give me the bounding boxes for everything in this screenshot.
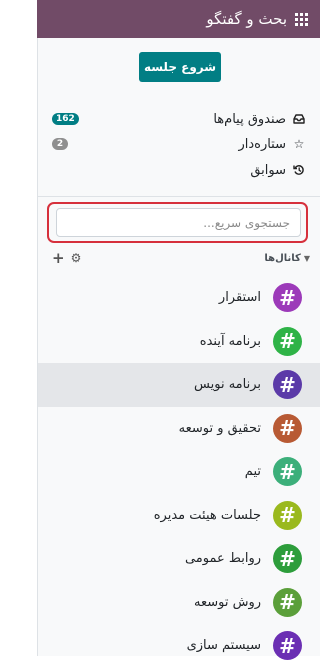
channel-hash-avatar-icon: #	[273, 500, 302, 530]
app-title: بحث و گفتگو	[206, 10, 287, 28]
add-channel-icon[interactable]: +	[52, 249, 65, 267]
channel-hash-avatar-icon: #	[273, 413, 302, 443]
channel-name: روابط عمومی	[184, 551, 261, 567]
channels-header: ▼ کانال‌ها + ⚙	[52, 249, 310, 267]
channel-hash-avatar-icon: #	[273, 544, 302, 574]
channel-item[interactable]: # روش توسعه	[38, 581, 320, 625]
channel-hash-avatar-icon: #	[273, 587, 302, 617]
channels-title: کانال‌ها	[264, 252, 301, 264]
chevron-down-icon: ▼	[303, 253, 310, 263]
channel-name: جلسات هیئت مدیره	[153, 507, 261, 523]
search-highlight	[47, 202, 308, 243]
mailbox-starred[interactable]: ☆ ستاره‌دار 2	[52, 133, 306, 155]
star-icon: ☆	[293, 137, 305, 151]
divider	[38, 196, 320, 197]
channel-item[interactable]: # برنامه نویس	[38, 363, 320, 407]
mailbox-label: ستاره‌دار	[238, 136, 286, 152]
channel-name: برنامه نویس	[194, 377, 261, 393]
channel-item[interactable]: # روابط عمومی	[38, 537, 320, 581]
channels-category-toggle[interactable]: ▼ کانال‌ها	[264, 253, 310, 264]
channel-item[interactable]: # سیستم سازی	[38, 624, 320, 668]
channel-item[interactable]: # تیم	[38, 450, 320, 494]
history-icon	[292, 164, 306, 176]
mailbox-inbox[interactable]: صندوق پیام‌ها 162	[52, 108, 306, 130]
starred-counter-badge: 2	[52, 138, 68, 150]
mailbox-history[interactable]: سوابق	[52, 159, 306, 181]
apps-grid-icon[interactable]	[295, 12, 308, 26]
inbox-icon	[292, 114, 306, 124]
channel-item[interactable]: # جلسات هیئت مدیره	[38, 494, 320, 538]
mailbox-label: سوابق	[250, 162, 286, 178]
mailbox-label: صندوق پیام‌ها	[213, 111, 286, 127]
inbox-counter-badge: 162	[52, 113, 79, 125]
gear-icon[interactable]: ⚙	[71, 251, 82, 265]
channel-list: # استقرار # برنامه آینده # برنامه نویس # تحقیق …	[38, 276, 320, 668]
start-meeting-button[interactable]: شروع جلسه	[139, 52, 221, 82]
channel-item[interactable]: # برنامه آینده	[38, 320, 320, 364]
channel-name: برنامه آینده	[199, 333, 261, 349]
channel-item[interactable]: # استقرار	[38, 276, 320, 320]
channel-hash-avatar-icon: #	[273, 457, 302, 487]
top-bar: بحث و گفتگو	[37, 0, 320, 38]
channel-hash-avatar-icon: #	[273, 283, 302, 313]
channel-name: تحقیق و توسعه	[178, 420, 261, 436]
channel-item[interactable]: # تحقیق و توسعه	[38, 407, 320, 451]
discuss-sidebar: شروع جلسه صندوق پیام‌ها 162 ☆ ستاره‌دار …	[37, 38, 320, 661]
channel-name: روش توسعه	[193, 594, 261, 610]
quick-search-input[interactable]	[56, 208, 301, 237]
channel-name: تیم	[244, 464, 261, 480]
channel-name: سیستم سازی	[186, 638, 261, 654]
channel-hash-avatar-icon: #	[273, 326, 302, 356]
channel-name: استقرار	[218, 290, 261, 306]
channel-hash-avatar-icon: #	[273, 370, 302, 400]
